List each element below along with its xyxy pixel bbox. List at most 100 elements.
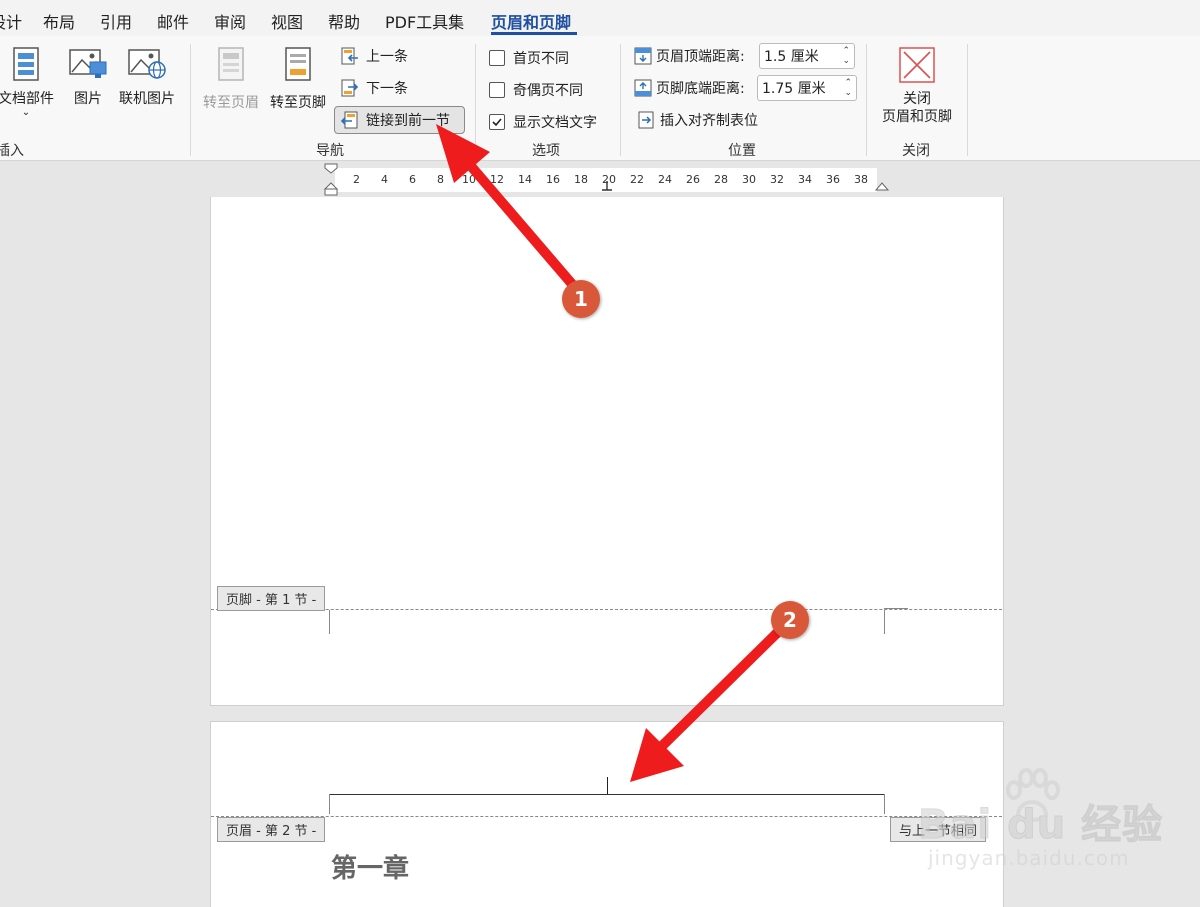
group-divider — [620, 44, 621, 156]
baidu-watermark: Bai du 经验 jingyan.baidu.com — [917, 766, 1198, 876]
step-2-marker: 2 — [771, 601, 809, 639]
ruler-tick: 30 — [742, 173, 756, 186]
page-2 — [210, 721, 1004, 907]
goto-header-button[interactable]: 转至页眉 — [200, 46, 262, 112]
ribbon: 文档部件 ⌄ 图片 联机图片 插入 转至页眉 转至页脚 上一条 下一条 链接到前… — [0, 36, 1200, 161]
footer-bottom-spinner[interactable]: 1.75 厘米 ⌃ ⌄ — [757, 75, 857, 101]
close-icon — [899, 47, 935, 83]
ruler-tick: 8 — [437, 173, 444, 186]
picture-icon — [69, 49, 107, 78]
close-header-footer-button[interactable]: 关闭 页眉和页脚 — [874, 46, 960, 126]
tab-design[interactable]: 设计 — [0, 9, 22, 33]
watermark-url: jingyan.baidu.com — [928, 846, 1130, 870]
checkbox-box[interactable] — [489, 114, 505, 130]
goto-header-icon — [218, 47, 244, 81]
spinner-arrows-icon[interactable]: ⌃ ⌄ — [842, 46, 850, 66]
footer-section1-label: 页脚 - 第 1 节 - — [217, 586, 326, 611]
odd-even-different-checkbox[interactable]: 奇偶页不同 — [489, 80, 583, 100]
goto-footer-label: 转至页脚 — [270, 95, 326, 111]
footer-left-margin-mark — [329, 610, 330, 634]
close-label-line2: 页眉和页脚 — [882, 109, 952, 125]
active-tab-indicator — [491, 32, 577, 35]
text-cursor[interactable] — [607, 777, 608, 794]
show-document-text-checkbox[interactable]: 显示文档文字 — [489, 112, 597, 132]
tab-references[interactable]: 引用 — [100, 9, 132, 33]
step-1-marker: 1 — [562, 280, 600, 318]
next-button[interactable]: 下一条 — [340, 75, 408, 101]
ruler-tick: 6 — [409, 173, 416, 186]
ruler-tick: 20 — [602, 173, 616, 186]
tab-header-footer[interactable]: 页眉和页脚 — [491, 9, 571, 33]
watermark-text: Bai du 经验 — [917, 802, 1164, 849]
first-page-different-checkbox[interactable]: 首页不同 — [489, 48, 569, 68]
odd-even-different-label: 奇偶页不同 — [513, 83, 583, 99]
show-document-text-label: 显示文档文字 — [513, 115, 597, 131]
alignment-tab-icon — [638, 111, 654, 129]
nav-group-label: 导航 — [316, 143, 344, 159]
footer-right-margin-mark — [884, 610, 885, 634]
ruler-tick: 12 — [490, 173, 504, 186]
previous-icon — [341, 47, 358, 65]
position-group-label: 位置 — [728, 143, 756, 159]
tab-pdf-tools[interactable]: PDF工具集 — [385, 9, 464, 33]
checkbox-box[interactable] — [489, 50, 505, 66]
goto-footer-button[interactable]: 转至页脚 — [267, 46, 329, 112]
tab-review[interactable]: 审阅 — [214, 9, 246, 33]
online-picture-button[interactable]: 联机图片 — [116, 46, 178, 108]
insert-group-label: 插入 — [0, 143, 24, 159]
insert-alignment-tab-label: 插入对齐制表位 — [660, 113, 758, 129]
link-previous-icon — [340, 111, 358, 129]
ruler-tick: 26 — [686, 173, 700, 186]
previous-button[interactable]: 上一条 — [340, 43, 408, 69]
ruler-tick: 18 — [574, 173, 588, 186]
indent-marker-icon[interactable] — [321, 161, 341, 197]
doc-parts-label: 文档部件 — [0, 91, 54, 107]
next-icon — [341, 79, 359, 97]
close-label-line1: 关闭 — [903, 91, 931, 107]
header-right-margin-mark — [884, 794, 885, 814]
ruler-tick: 28 — [714, 173, 728, 186]
link-to-previous-button[interactable]: 链接到前一节 — [334, 106, 465, 134]
picture-button[interactable]: 图片 — [66, 46, 110, 108]
header-top-spinner[interactable]: 1.5 厘米 ⌃ ⌄ — [759, 43, 855, 69]
header-top-distance: 页眉顶端距离: — [633, 43, 745, 69]
ruler-tick: 34 — [798, 173, 812, 186]
header-top-value: 1.5 厘米 — [764, 49, 819, 65]
doc-parts-icon — [13, 47, 39, 81]
menu-bar: 设计 布局 引用 邮件 审阅 视图 帮助 PDF工具集 页眉和页脚 — [0, 0, 1200, 36]
tab-view[interactable]: 视图 — [271, 9, 303, 33]
link-previous-label: 链接到前一节 — [366, 113, 450, 129]
ruler-tick: 2 — [353, 173, 360, 186]
doc-parts-button[interactable]: 文档部件 ⌄ — [0, 46, 58, 118]
checkbox-box[interactable] — [489, 82, 505, 98]
picture-label: 图片 — [74, 91, 102, 107]
ruler-tick: 24 — [658, 173, 672, 186]
ruler-tick: 38 — [854, 173, 868, 186]
chevron-down-icon: ⌄ — [21, 107, 31, 118]
close-group-label: 关闭 — [902, 143, 930, 159]
first-page-different-label: 首页不同 — [513, 51, 569, 67]
header-top-icon — [634, 47, 652, 65]
right-indent-marker-icon[interactable] — [873, 178, 891, 192]
tab-layout[interactable]: 布局 — [43, 9, 75, 33]
footer-corner-mark — [884, 608, 908, 609]
ruler-tick: 10 — [462, 173, 476, 186]
insert-alignment-tab-button[interactable]: 插入对齐制表位 — [636, 107, 758, 133]
footer-bottom-value: 1.75 厘米 — [762, 81, 826, 97]
header-section2-label: 页眉 - 第 2 节 - — [217, 817, 326, 842]
ruler-tick: 36 — [826, 173, 840, 186]
ruler-tick: 32 — [770, 173, 784, 186]
next-label: 下一条 — [366, 81, 408, 97]
tab-mailings[interactable]: 邮件 — [157, 9, 189, 33]
goto-header-label: 转至页眉 — [203, 95, 259, 111]
online-picture-label: 联机图片 — [119, 91, 175, 107]
chapter-heading: 第一章 — [331, 854, 410, 884]
group-divider — [475, 44, 476, 156]
spinner-arrows-icon[interactable]: ⌃ ⌄ — [844, 78, 852, 98]
footer-bottom-distance: 页脚底端距离: — [633, 75, 745, 101]
ruler-tick: 22 — [630, 173, 644, 186]
footer-bottom-label: 页脚底端距离: — [656, 81, 745, 97]
ruler-tick: 4 — [381, 173, 388, 186]
tab-help[interactable]: 帮助 — [328, 9, 360, 33]
header-bottom-border — [329, 794, 885, 795]
